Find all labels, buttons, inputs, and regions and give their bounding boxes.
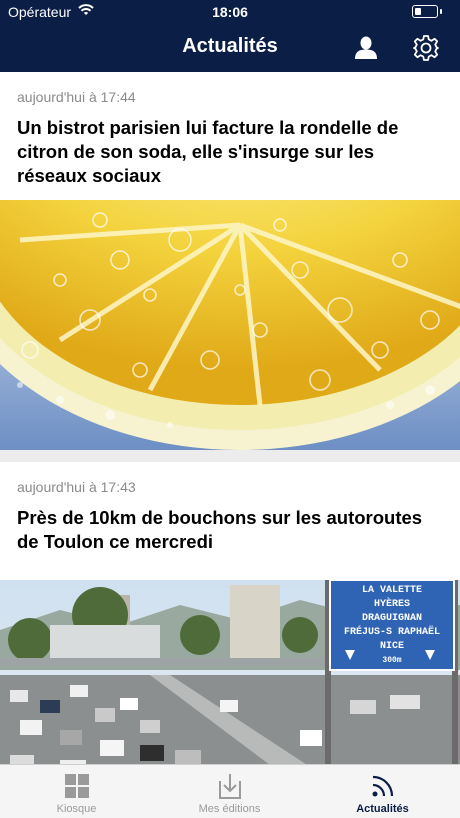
nav-bar: Actualités [0, 24, 460, 72]
gear-icon[interactable] [412, 34, 440, 62]
page-title: Actualités [182, 35, 278, 57]
sign-line: NICE [380, 641, 404, 652]
rss-icon [368, 771, 398, 801]
news-feed[interactable]: aujourd'hui à 17:44 Un bistrot parisien … [0, 72, 460, 764]
article-photo-lemon [0, 200, 460, 450]
sign-line: 300m [382, 656, 401, 665]
battery-icon [412, 5, 442, 18]
tab-label: Kiosque [56, 803, 97, 815]
grid-icon [62, 771, 92, 801]
tab-label: Mes éditions [198, 803, 261, 815]
article-date: aujourd'hui à 17:44 [17, 89, 136, 105]
article-card[interactable]: aujourd'hui à 17:43 Près de 10km de bouc… [0, 462, 460, 764]
tab-kiosque[interactable]: Kiosque [0, 765, 153, 818]
divider [0, 450, 460, 462]
sign-line: FRÉJUS-S RAPHAËL [344, 624, 440, 638]
sign-line: LA VALETTE [362, 585, 422, 596]
sign-line: HYÈRES [374, 596, 410, 610]
tab-actualites[interactable]: Actualités [306, 765, 459, 818]
clock: 18:06 [212, 4, 248, 20]
status-bar: Opérateur 18:06 [0, 0, 460, 24]
sign-line: DRAGUIGNAN [362, 613, 422, 624]
tab-mes-editions[interactable]: Mes éditions [153, 765, 306, 818]
article-title[interactable]: Près de 10km de bouchons sur les autorou… [17, 506, 437, 554]
article-date: aujourd'hui à 17:43 [17, 479, 136, 495]
tab-bar: Kiosque Mes éditions Actualités [0, 764, 460, 818]
profile-icon[interactable] [352, 34, 380, 62]
article-title[interactable]: Un bistrot parisien lui facture la ronde… [17, 116, 437, 188]
article-photo-traffic: LA VALETTEHYÈRES DRAGUIGNANFRÉJUS-S RAPHA… [0, 580, 460, 764]
tab-label: Actualités [356, 803, 409, 815]
download-icon [215, 771, 245, 801]
article-card[interactable]: aujourd'hui à 17:44 Un bistrot parisien … [0, 72, 460, 450]
